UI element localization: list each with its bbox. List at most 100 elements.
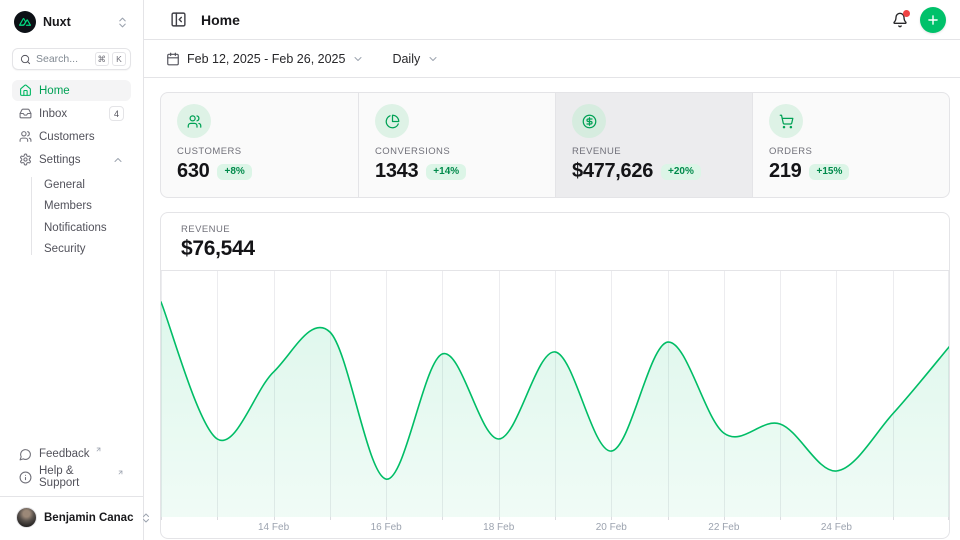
user-menu[interactable]: Benjamin Canac [12, 498, 131, 530]
search-icon [20, 54, 31, 65]
chart-x-axis: 14 Feb16 Feb18 Feb20 Feb22 Feb24 Feb [161, 517, 949, 538]
axis-tick [668, 517, 669, 520]
external-link-icon [117, 469, 124, 476]
date-range-label: Feb 12, 2025 - Feb 26, 2025 [187, 52, 345, 66]
page-content: CUSTOMERS 630 +8% CONVERSIONS 1343 +14% [144, 78, 960, 540]
sidebar-item-inbox[interactable]: Inbox 4 [12, 103, 131, 124]
header-actions [892, 7, 946, 33]
x-axis-label: 18 Feb [483, 522, 514, 533]
pie-chart-icon [375, 104, 409, 138]
granularity-label: Daily [392, 52, 420, 66]
calendar-icon [166, 52, 180, 66]
workspace-name: Nuxt [43, 15, 71, 29]
inbox-icon [19, 107, 32, 120]
page-header: Home [144, 0, 960, 40]
users-icon [19, 130, 32, 143]
sidebar-item-members[interactable]: Members [12, 196, 131, 218]
divider [0, 496, 143, 497]
main-area: Home Feb 12, 2 [144, 0, 960, 540]
sidebar-item-notifications[interactable]: Notifications [12, 217, 131, 239]
sidebar-item-general[interactable]: General [12, 174, 131, 196]
sidebar-item-home[interactable]: Home [12, 80, 131, 101]
sidebar-item-label: Home [39, 85, 70, 97]
page-title: Home [201, 12, 240, 28]
sidebar-item-customers[interactable]: Customers [12, 126, 131, 147]
help-support-label: Help & Support [39, 465, 112, 489]
sidebar-footer: Feedback Help & Support Benjamin Canac [12, 443, 131, 530]
axis-tick [836, 517, 837, 520]
revenue-plot[interactable] [161, 271, 949, 517]
x-axis-label: 14 Feb [258, 522, 289, 533]
workspace-switcher[interactable]: Nuxt [14, 10, 129, 34]
user-name: Benjamin Canac [44, 512, 133, 524]
axis-tick [274, 517, 275, 520]
axis-tick [330, 517, 331, 520]
stat-value: $477,626 [572, 160, 653, 183]
feedback-link[interactable]: Feedback [12, 443, 131, 465]
search-placeholder: Search... [36, 53, 90, 65]
x-axis-label: 24 Feb [821, 522, 852, 533]
notification-dot [903, 10, 910, 17]
sidebar-item-label: Settings [39, 154, 81, 166]
home-icon [19, 84, 32, 97]
sidebar: Nuxt Search... ⌘ K Home [0, 0, 144, 540]
search-input[interactable]: Search... ⌘ K [12, 48, 131, 70]
chevrons-up-down-icon [116, 16, 129, 29]
filters-toolbar: Feb 12, 2025 - Feb 26, 2025 Daily [144, 40, 960, 78]
x-axis-label: 22 Feb [708, 522, 739, 533]
axis-tick [217, 517, 218, 520]
circle-dollar-icon [572, 104, 606, 138]
kbd-cmd: ⌘ [95, 52, 110, 66]
axis-tick [893, 517, 894, 520]
help-support-link[interactable]: Help & Support [12, 466, 131, 488]
panel-left-close-icon [170, 11, 187, 28]
axis-tick [442, 517, 443, 520]
feedback-label: Feedback [39, 448, 90, 460]
info-circle-icon [19, 471, 32, 484]
axis-tick [161, 517, 162, 520]
gear-icon [19, 153, 32, 166]
chart-kicker-label: REVENUE [181, 224, 929, 235]
message-circle-icon [19, 448, 32, 461]
axis-tick [611, 517, 612, 520]
stat-delta-badge: +14% [426, 164, 466, 180]
inbox-count-badge: 4 [109, 106, 124, 121]
notifications-button[interactable] [892, 12, 908, 28]
chevron-down-icon [352, 53, 364, 65]
chevron-up-icon [112, 154, 124, 166]
nuxt-logo-icon [14, 11, 36, 33]
stat-delta-badge: +8% [217, 164, 251, 180]
axis-tick [948, 517, 949, 520]
stat-card-orders[interactable]: ORDERS 219 +15% [752, 93, 949, 197]
area-chart [161, 271, 949, 517]
collapse-sidebar-button[interactable] [166, 7, 191, 32]
stats-row: CUSTOMERS 630 +8% CONVERSIONS 1343 +14% [160, 92, 950, 198]
settings-sub-list: General Members Notifications Security [12, 174, 131, 260]
x-axis-label: 20 Feb [596, 522, 627, 533]
plus-icon [926, 13, 940, 27]
chart-header: REVENUE $76,544 [161, 213, 949, 271]
stat-card-customers[interactable]: CUSTOMERS 630 +8% [161, 93, 358, 197]
stat-card-conversions[interactable]: CONVERSIONS 1343 +14% [358, 93, 555, 197]
sidebar-item-label: Inbox [39, 108, 67, 120]
axis-tick [724, 517, 725, 520]
stat-value: 1343 [375, 160, 418, 183]
cart-icon [769, 104, 803, 138]
stat-label: CUSTOMERS [177, 146, 342, 157]
axis-tick [555, 517, 556, 520]
axis-tick [780, 517, 781, 520]
kbd-k: K [112, 52, 126, 66]
sidebar-item-security[interactable]: Security [12, 239, 131, 261]
add-button[interactable] [920, 7, 946, 33]
stat-value: 630 [177, 160, 209, 183]
stat-value: 219 [769, 160, 801, 183]
date-range-button[interactable]: Feb 12, 2025 - Feb 26, 2025 [166, 52, 364, 66]
stat-delta-badge: +20% [661, 164, 701, 180]
sidebar-item-label: Customers [39, 131, 95, 143]
stat-card-revenue[interactable]: REVENUE $477,626 +20% [555, 93, 752, 197]
granularity-select[interactable]: Daily [392, 52, 439, 66]
users-icon [177, 104, 211, 138]
chevron-down-icon [427, 53, 439, 65]
stat-label: CONVERSIONS [375, 146, 539, 157]
sidebar-item-settings[interactable]: Settings [12, 149, 131, 170]
